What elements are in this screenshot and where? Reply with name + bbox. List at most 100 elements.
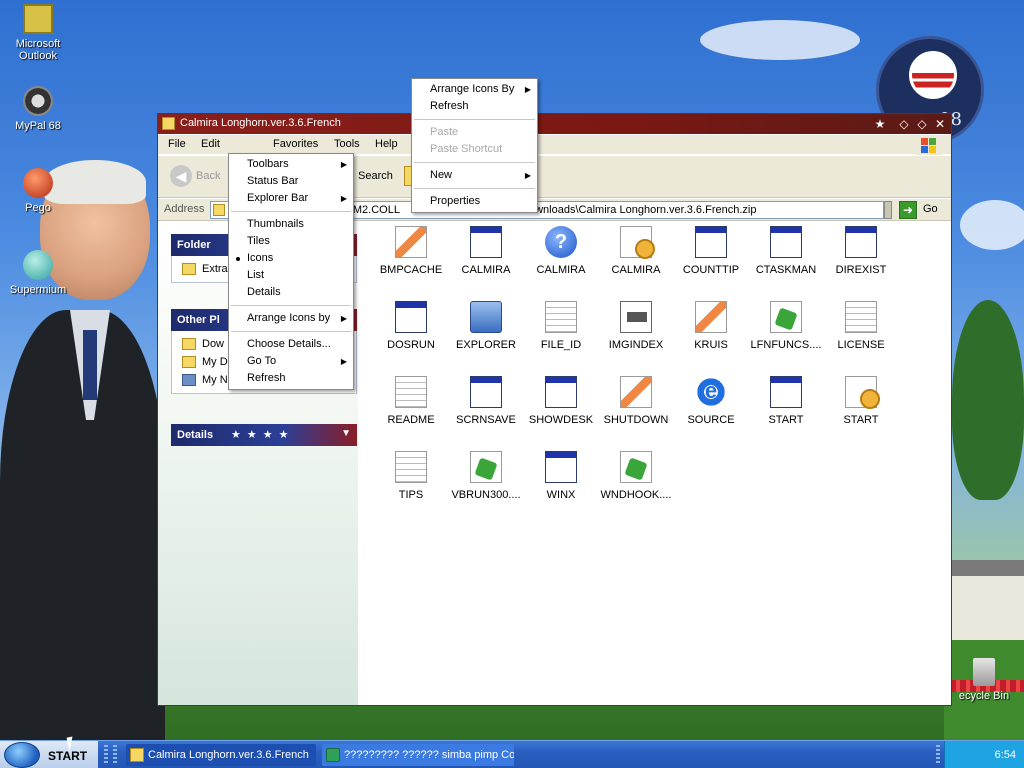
title-bar[interactable]: Calmira Longhorn.ver.3.6.French ★ ◇ ◇ ✕: [158, 114, 951, 134]
file-item[interactable]: WINX: [523, 451, 599, 501]
file-item[interactable]: LFNFUNCS....: [748, 301, 824, 351]
folder-icon: [130, 748, 144, 762]
menu-item-explorer-bar[interactable]: Explorer Bar ▶: [229, 190, 353, 207]
tree: [952, 300, 1024, 500]
file-item[interactable]: README: [373, 376, 449, 426]
menu-item-label: Choose Details...: [247, 338, 331, 350]
close-button[interactable]: ✕: [932, 116, 948, 132]
panel-link-label: Extra: [202, 263, 228, 275]
go-arrow-icon[interactable]: ➜: [899, 201, 917, 219]
task-explorer[interactable]: Calmira Longhorn.ver.3.6.French: [126, 744, 316, 766]
search-button[interactable]: Search: [358, 170, 393, 182]
cloud: [700, 20, 860, 60]
minimize-button[interactable]: ◇: [896, 116, 912, 132]
file-item[interactable]: LICENSE: [823, 301, 899, 351]
app-file-icon: [395, 301, 427, 333]
menu-item-thumbnails[interactable]: Thumbnails: [229, 216, 353, 233]
file-name: SHOWDESK: [528, 414, 594, 426]
menu-item-label: Icons: [247, 252, 274, 264]
menu-help[interactable]: Help: [375, 138, 398, 150]
desktop-icon-supermium[interactable]: Supermium: [3, 250, 73, 296]
menu-item-details[interactable]: Details: [229, 284, 353, 301]
file-item[interactable]: COUNTTIP: [673, 226, 749, 276]
file-item[interactable]: SHOWDESK: [523, 376, 599, 426]
file-item[interactable]: START: [748, 376, 824, 426]
menu-item-refresh[interactable]: Refresh: [229, 370, 353, 387]
desktop-icon-outlook[interactable]: Microsoft Outlook: [3, 4, 73, 62]
file-name: SOURCE: [687, 414, 735, 426]
desktop-icon-pego[interactable]: Pego: [3, 168, 73, 214]
menu-item-tiles[interactable]: Tiles: [229, 233, 353, 250]
file-item[interactable]: ? CALMIRA: [523, 226, 599, 276]
desktop-icon-recycle-bin[interactable]: ecycle Bin: [944, 658, 1024, 702]
file-item[interactable]: KRUIS: [673, 301, 749, 351]
file-item[interactable]: IMGINDEX: [598, 301, 674, 351]
file-item[interactable]: CALMIRA: [448, 226, 524, 276]
file-item[interactable]: BMPCACHE: [373, 226, 449, 276]
panel-link-label: My D: [202, 356, 228, 368]
app-file-icon: [695, 226, 727, 258]
go-button[interactable]: Go: [923, 203, 938, 215]
file-item[interactable]: VBRUN300....: [448, 451, 524, 501]
file-item[interactable]: CTASKMAN: [748, 226, 824, 276]
menu-item-go-to[interactable]: Go To ▶: [229, 353, 353, 370]
start-button[interactable]: START: [0, 741, 98, 768]
chevron-down-icon[interactable]: ▼: [341, 428, 351, 439]
desktop-icon-mypal[interactable]: MyPal 68: [3, 86, 73, 132]
clock[interactable]: 6:54: [946, 749, 1024, 761]
help-file-icon: ?: [545, 226, 577, 258]
file-item[interactable]: DIREXIST: [823, 226, 899, 276]
menu-item-toolbars[interactable]: Toolbars ▶: [229, 156, 353, 173]
menu-favorites[interactable]: Favorites: [273, 138, 318, 150]
desktop-icon-label: ecycle Bin: [958, 690, 1010, 702]
menu-item-choose-details[interactable]: Choose Details...: [229, 336, 353, 353]
file-name: START: [843, 414, 879, 426]
task-chat[interactable]: ????????? ?????? simba pimp Con...: [322, 744, 514, 766]
menu-item-icons[interactable]: Icons: [229, 250, 353, 267]
menu-item-new[interactable]: New ▶: [412, 167, 537, 184]
menu-file[interactable]: File: [168, 138, 186, 150]
menu-item-label: Paste Shortcut: [430, 143, 503, 155]
menu-item-arrange-icons-by[interactable]: Arrange Icons by ▶: [229, 310, 353, 327]
file-item[interactable]: e SOURCE: [673, 376, 749, 426]
star-icon[interactable]: ★: [872, 116, 888, 132]
app-file-icon: [545, 451, 577, 483]
maximize-button[interactable]: ◇: [914, 116, 930, 132]
menu-tools[interactable]: Tools: [334, 138, 360, 150]
gear-file-icon: [845, 376, 880, 409]
file-name: LICENSE: [837, 339, 885, 351]
back-arrow-icon[interactable]: ◀: [170, 165, 192, 187]
menu-item-properties[interactable]: Properties: [412, 193, 537, 210]
menu-item-list[interactable]: List: [229, 267, 353, 284]
back-label[interactable]: Back: [196, 170, 220, 182]
file-item[interactable]: SHUTDOWN: [598, 376, 674, 426]
file-item[interactable]: WNDHOOK....: [598, 451, 674, 501]
file-item[interactable]: EXPLORER: [448, 301, 524, 351]
menu-item-refresh[interactable]: Refresh: [412, 98, 537, 115]
panel-link-label: Dow: [202, 338, 225, 350]
menu-item-status-bar[interactable]: Status Bar: [229, 173, 353, 190]
taskbar-grip[interactable]: [113, 745, 117, 765]
menu-edit[interactable]: Edit: [201, 138, 220, 150]
file-item[interactable]: DOSRUN: [373, 301, 449, 351]
desktop-icon-label: Microsoft Outlook: [15, 38, 61, 62]
desktop-icon-label: Pego: [25, 202, 51, 214]
taskbar-grip[interactable]: [104, 745, 108, 765]
file-item[interactable]: SCRNSAVE: [448, 376, 524, 426]
address-dropdown[interactable]: [884, 201, 892, 219]
file-item[interactable]: TIPS: [373, 451, 449, 501]
doc-file-icon: [395, 376, 427, 408]
doc-file-icon: [545, 301, 577, 333]
file-item[interactable]: CALMIRA: [598, 226, 674, 276]
panel-header[interactable]: Details ★★★★ ▼: [171, 424, 357, 446]
menu-item-arrange-icons-by[interactable]: Arrange Icons By ▶: [412, 81, 537, 98]
system-tray: 6:54: [944, 741, 1024, 768]
radio-dot-icon: [236, 257, 240, 261]
menu-item-label: Thumbnails: [247, 218, 304, 230]
file-item[interactable]: FILE_ID: [523, 301, 599, 351]
taskbar-grip[interactable]: [936, 745, 940, 765]
brush-file-icon: [695, 301, 727, 333]
file-item[interactable]: START: [823, 376, 899, 426]
raccoon-icon: [23, 86, 53, 116]
brush-file-icon: [395, 226, 427, 258]
